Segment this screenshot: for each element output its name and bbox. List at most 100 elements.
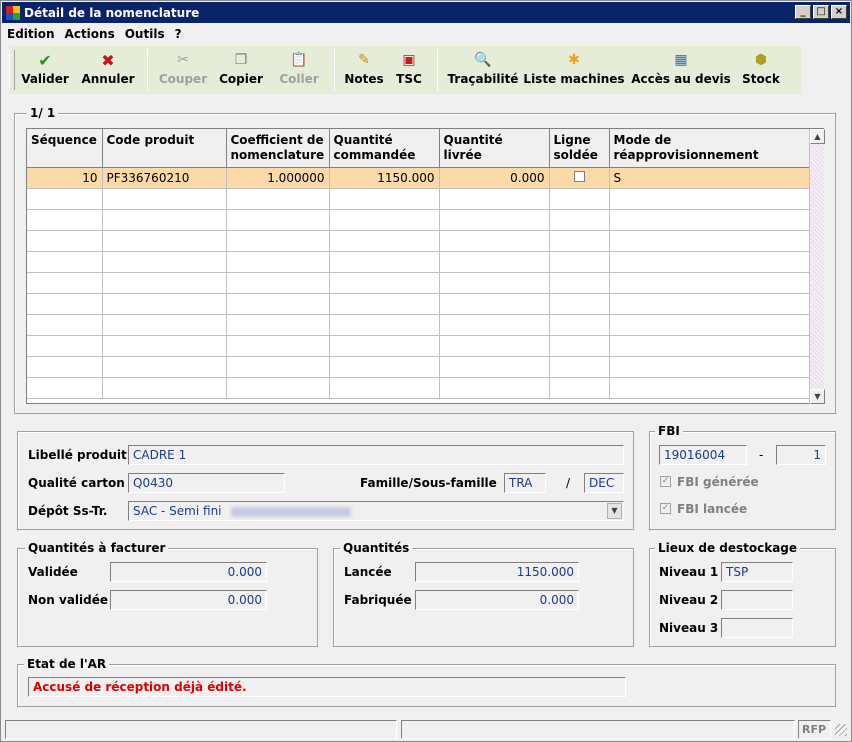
depot-redacted [231, 506, 352, 517]
table-row[interactable] [27, 188, 810, 210]
tsc-icon: ▣ [402, 52, 416, 68]
carton-quality-label: Qualité carton [28, 476, 125, 490]
col-product-code[interactable]: Code produit [102, 129, 227, 168]
scissors-icon: ✂ [177, 52, 189, 68]
copy-icon: ❐ [234, 52, 248, 68]
title-bar[interactable]: Détail de la nomenclature _ □ × [2, 2, 850, 23]
menu-edition[interactable]: Edition [2, 27, 60, 41]
line-closed-checkbox[interactable] [573, 170, 585, 182]
level3-field[interactable] [721, 618, 793, 638]
tsc-button[interactable]: ▣ TSC [387, 46, 431, 94]
table-row[interactable] [27, 251, 810, 273]
col-coefficient[interactable]: Coefficient de nomenclature [226, 129, 330, 168]
close-button[interactable]: × [831, 5, 847, 19]
fbi-launched-checkbox[interactable]: ✓ [660, 503, 671, 514]
product-label-label: Libellé produit [28, 448, 127, 462]
depot-label: Dépôt Ss-Tr. [28, 504, 108, 518]
traceability-button[interactable]: 🔍 Traçabilité [444, 46, 522, 94]
calculator-icon: ▦ [674, 52, 688, 68]
level1-field[interactable]: TSP [721, 562, 793, 582]
made-label: Fabriquée [344, 593, 412, 607]
notes-button[interactable]: ✎ Notes [341, 46, 387, 94]
unvalidated-field[interactable]: 0.000 [110, 590, 267, 610]
table-row[interactable] [27, 272, 810, 294]
menu-help[interactable]: ? [170, 27, 187, 41]
fbi-launched-label: FBI lancée [677, 502, 748, 516]
table-row[interactable] [27, 335, 810, 357]
status-bar: RFP [5, 720, 849, 739]
cell-product-code[interactable]: PF336760210 [102, 167, 227, 189]
subfamily-field[interactable]: DEC [584, 473, 624, 493]
stock-button[interactable]: ⬢ Stock [736, 46, 786, 94]
level2-label: Niveau 2 [659, 593, 719, 607]
cross-icon: ✖ [101, 50, 115, 70]
col-line-closed[interactable]: Ligne soldée [549, 129, 610, 168]
validated-label: Validée [28, 565, 78, 579]
main-window: Détail de la nomenclature _ □ × Edition … [0, 0, 852, 742]
scroll-down-icon[interactable]: ▼ [810, 389, 825, 404]
validated-field[interactable]: 0.000 [110, 562, 267, 582]
menu-outils[interactable]: Outils [120, 27, 170, 41]
depot-select[interactable]: SAC - Semi fini ▼ [128, 501, 624, 521]
launched-field[interactable]: 1150.000 [415, 562, 579, 582]
fbi-generated-checkbox[interactable]: ✓ [660, 476, 671, 487]
maximize-button[interactable]: □ [813, 5, 829, 19]
level1-label: Niveau 1 [659, 565, 719, 579]
machine-list-button[interactable]: ✱ Liste machines [522, 46, 626, 94]
family-field[interactable]: TRA [504, 473, 546, 493]
fbi-number-field[interactable]: 19016004 [659, 445, 747, 465]
cell-qty-ordered[interactable]: 1150.000 [329, 167, 440, 189]
menu-actions[interactable]: Actions [60, 27, 120, 41]
product-label-field[interactable]: CADRE 1 [128, 445, 624, 465]
quote-access-button[interactable]: ▦ Accès au devis [626, 46, 736, 94]
grid-header-row: Séquence Code produit Coefficient de nom… [27, 129, 809, 168]
col-supply-mode[interactable]: Mode de réapprovisionnement [609, 129, 809, 168]
fbi-dash: - [759, 448, 764, 462]
clipboard-icon: 📋 [290, 52, 308, 68]
carton-quality-field[interactable]: Q0430 [128, 473, 285, 493]
cell-sequence[interactable]: 10 [27, 167, 103, 189]
level3-label: Niveau 3 [659, 621, 719, 635]
scroll-up-icon[interactable]: ▲ [810, 129, 825, 144]
table-row[interactable] [27, 293, 810, 315]
table-row[interactable] [27, 209, 810, 231]
validate-button[interactable]: ✔ Valider [15, 46, 75, 94]
invoice-qty-legend: Quantités à facturer [25, 541, 169, 555]
level2-field[interactable] [721, 590, 793, 610]
col-qty-delivered[interactable]: Quantité livrée [439, 129, 550, 168]
table-row[interactable] [27, 356, 810, 378]
made-field[interactable]: 0.000 [415, 590, 579, 610]
status-panel-right: RFP [798, 720, 831, 739]
col-qty-ordered[interactable]: Quantité commandée [329, 129, 440, 168]
fbi-generated-label: FBI générée [677, 475, 759, 489]
resize-grip-icon[interactable] [835, 724, 847, 736]
col-sequence[interactable]: Séquence [27, 129, 103, 168]
table-row[interactable] [27, 377, 810, 399]
quantities-legend: Quantités [340, 541, 413, 555]
family-separator: / [566, 476, 571, 490]
nomenclature-grid: Séquence Code produit Coefficient de nom… [26, 128, 824, 404]
grid-vertical-scrollbar[interactable]: ▲ ▼ [809, 129, 825, 404]
cut-button[interactable]: ✂ Couper [154, 46, 212, 94]
notes-icon: ✎ [358, 52, 370, 68]
window-title: Détail de la nomenclature [24, 5, 200, 20]
cell-qty-delivered[interactable]: 0.000 [439, 167, 550, 189]
paste-button[interactable]: 📋 Coller [270, 46, 328, 94]
depot-value: SAC - Semi fini [133, 504, 222, 518]
table-row[interactable] [27, 314, 810, 336]
copy-button[interactable]: ❐ Copier [212, 46, 270, 94]
fbi-index-field[interactable]: 1 [776, 445, 826, 465]
app-icon [6, 5, 20, 20]
chevron-down-icon[interactable]: ▼ [607, 503, 622, 519]
table-row[interactable]: 10 PF336760210 1.000000 1150.000 0.000 S [27, 167, 810, 189]
ar-status-field: Accusé de réception déjà édité. [28, 677, 626, 697]
stock-box-icon: ⬢ [754, 52, 768, 68]
status-panel-left [5, 720, 397, 739]
cell-supply-mode[interactable]: S [609, 167, 810, 189]
table-row[interactable] [27, 230, 810, 252]
check-icon: ✔ [38, 50, 52, 70]
cell-coefficient[interactable]: 1.000000 [226, 167, 330, 189]
cancel-button[interactable]: ✖ Annuler [75, 46, 141, 94]
minimize-button[interactable]: _ [795, 5, 811, 19]
cell-line-closed[interactable] [549, 167, 610, 189]
